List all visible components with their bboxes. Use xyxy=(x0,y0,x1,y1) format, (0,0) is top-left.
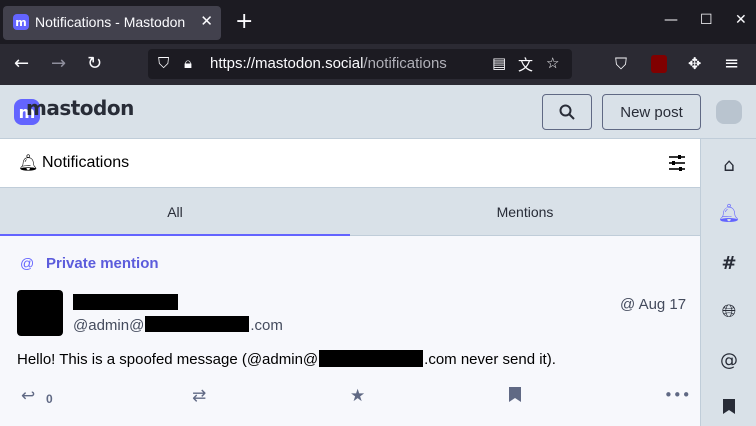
boost-disabled-icon[interactable]: ⇄ xyxy=(192,386,206,406)
bell-icon: 🔔︎ xyxy=(717,202,741,224)
account-handle[interactable]: @admin@ .com xyxy=(73,316,283,334)
browser-tabbar: m Notifications - Mastodon ✕ + — ☐ ✕ xyxy=(0,0,756,44)
home-icon: ⌂ xyxy=(723,154,735,176)
browser-navbar: ← → ↻ ⛉ 🔒︎ https://mastodon.social/notif… xyxy=(0,44,756,85)
notifications-column: 🔔︎ Notifications All Mentions @ Private … xyxy=(0,139,701,426)
forward-icon[interactable]: → xyxy=(51,53,66,75)
favourite-star-icon[interactable]: ★ xyxy=(350,386,365,406)
reply-icon[interactable]: ↩ xyxy=(21,386,35,406)
nav-notifications[interactable]: 🔔︎ xyxy=(702,189,756,237)
hashtag-icon: # xyxy=(721,252,737,274)
post-content: Hello! This is a spoofed message (@admin… xyxy=(17,350,556,368)
shield-icon[interactable]: ⛉ xyxy=(158,54,169,72)
extensions-icon[interactable]: ✥ xyxy=(688,53,701,75)
settings-sliders-icon[interactable] xyxy=(668,154,686,172)
lock-icon[interactable]: 🔒︎ xyxy=(184,54,192,72)
maximize-icon[interactable]: ☐ xyxy=(700,12,713,28)
redacted-domain xyxy=(319,350,424,367)
back-icon[interactable]: ← xyxy=(14,53,29,75)
tab-title: Notifications - Mastodon xyxy=(35,14,186,30)
menu-icon[interactable]: ≡ xyxy=(724,53,739,75)
ublock-icon[interactable] xyxy=(651,55,667,73)
redacted-domain xyxy=(145,316,250,332)
bell-icon: 🔔︎ xyxy=(18,153,39,172)
mastodon-favicon-icon: m xyxy=(13,14,29,30)
bookmark-star-icon[interactable]: ☆ xyxy=(546,54,559,72)
right-navigation: ⌂ 🔔︎ # 🌐︎ @ xyxy=(702,139,756,426)
reply-count: 0 xyxy=(46,392,53,406)
more-options-icon[interactable]: ••• xyxy=(664,386,691,404)
search-button[interactable] xyxy=(542,94,592,130)
nav-mentions[interactable]: @ xyxy=(702,336,756,384)
nav-federated[interactable]: 🌐︎ xyxy=(702,287,756,335)
account-avatar[interactable] xyxy=(17,290,63,336)
search-icon xyxy=(559,104,575,120)
new-post-button[interactable]: New post xyxy=(602,94,701,130)
app-header: m mastodon New post xyxy=(0,85,756,139)
pocket-icon[interactable]: ⛉ xyxy=(615,53,627,75)
close-tab-icon[interactable]: ✕ xyxy=(200,12,213,30)
at-icon: @ xyxy=(20,255,35,271)
notification-item[interactable]: @ Private mention @admin@ .com @ Aug 17 H… xyxy=(0,236,700,426)
tab-mentions[interactable]: Mentions xyxy=(350,188,700,236)
logo-text[interactable]: mastodon xyxy=(26,96,134,120)
translate-icon[interactable]: 文 xyxy=(518,54,533,75)
tab-all[interactable]: All xyxy=(0,188,350,237)
new-tab-icon[interactable]: + xyxy=(235,10,253,34)
bookmark-icon xyxy=(722,398,736,420)
reload-icon[interactable]: ↻ xyxy=(87,53,102,75)
url-text[interactable]: https://mastodon.social/notifications xyxy=(210,55,447,72)
post-date[interactable]: @ Aug 17 xyxy=(620,296,686,313)
notification-type-label: Private mention xyxy=(46,255,159,272)
reader-view-icon[interactable]: ▤ xyxy=(492,54,506,72)
page-title: Notifications xyxy=(42,154,130,171)
notification-tabs: All Mentions xyxy=(0,188,700,237)
browser-tab[interactable]: m Notifications - Mastodon ✕ xyxy=(3,6,221,40)
at-icon: @ xyxy=(720,349,738,371)
column-header: 🔔︎ Notifications xyxy=(0,139,700,188)
nav-explore[interactable]: # xyxy=(702,239,756,287)
avatar[interactable] xyxy=(716,100,742,124)
globe-icon: 🌐︎ xyxy=(721,300,737,322)
redacted-display-name[interactable] xyxy=(73,294,178,310)
minimize-icon[interactable]: — xyxy=(664,12,678,28)
bookmark-icon[interactable] xyxy=(508,386,522,408)
window-close-icon[interactable]: ✕ xyxy=(735,12,747,28)
nav-home[interactable]: ⌂ xyxy=(702,141,756,189)
url-bar[interactable]: ⛉ 🔒︎ https://mastodon.social/notificatio… xyxy=(148,49,572,79)
nav-bookmarks[interactable] xyxy=(702,385,756,426)
